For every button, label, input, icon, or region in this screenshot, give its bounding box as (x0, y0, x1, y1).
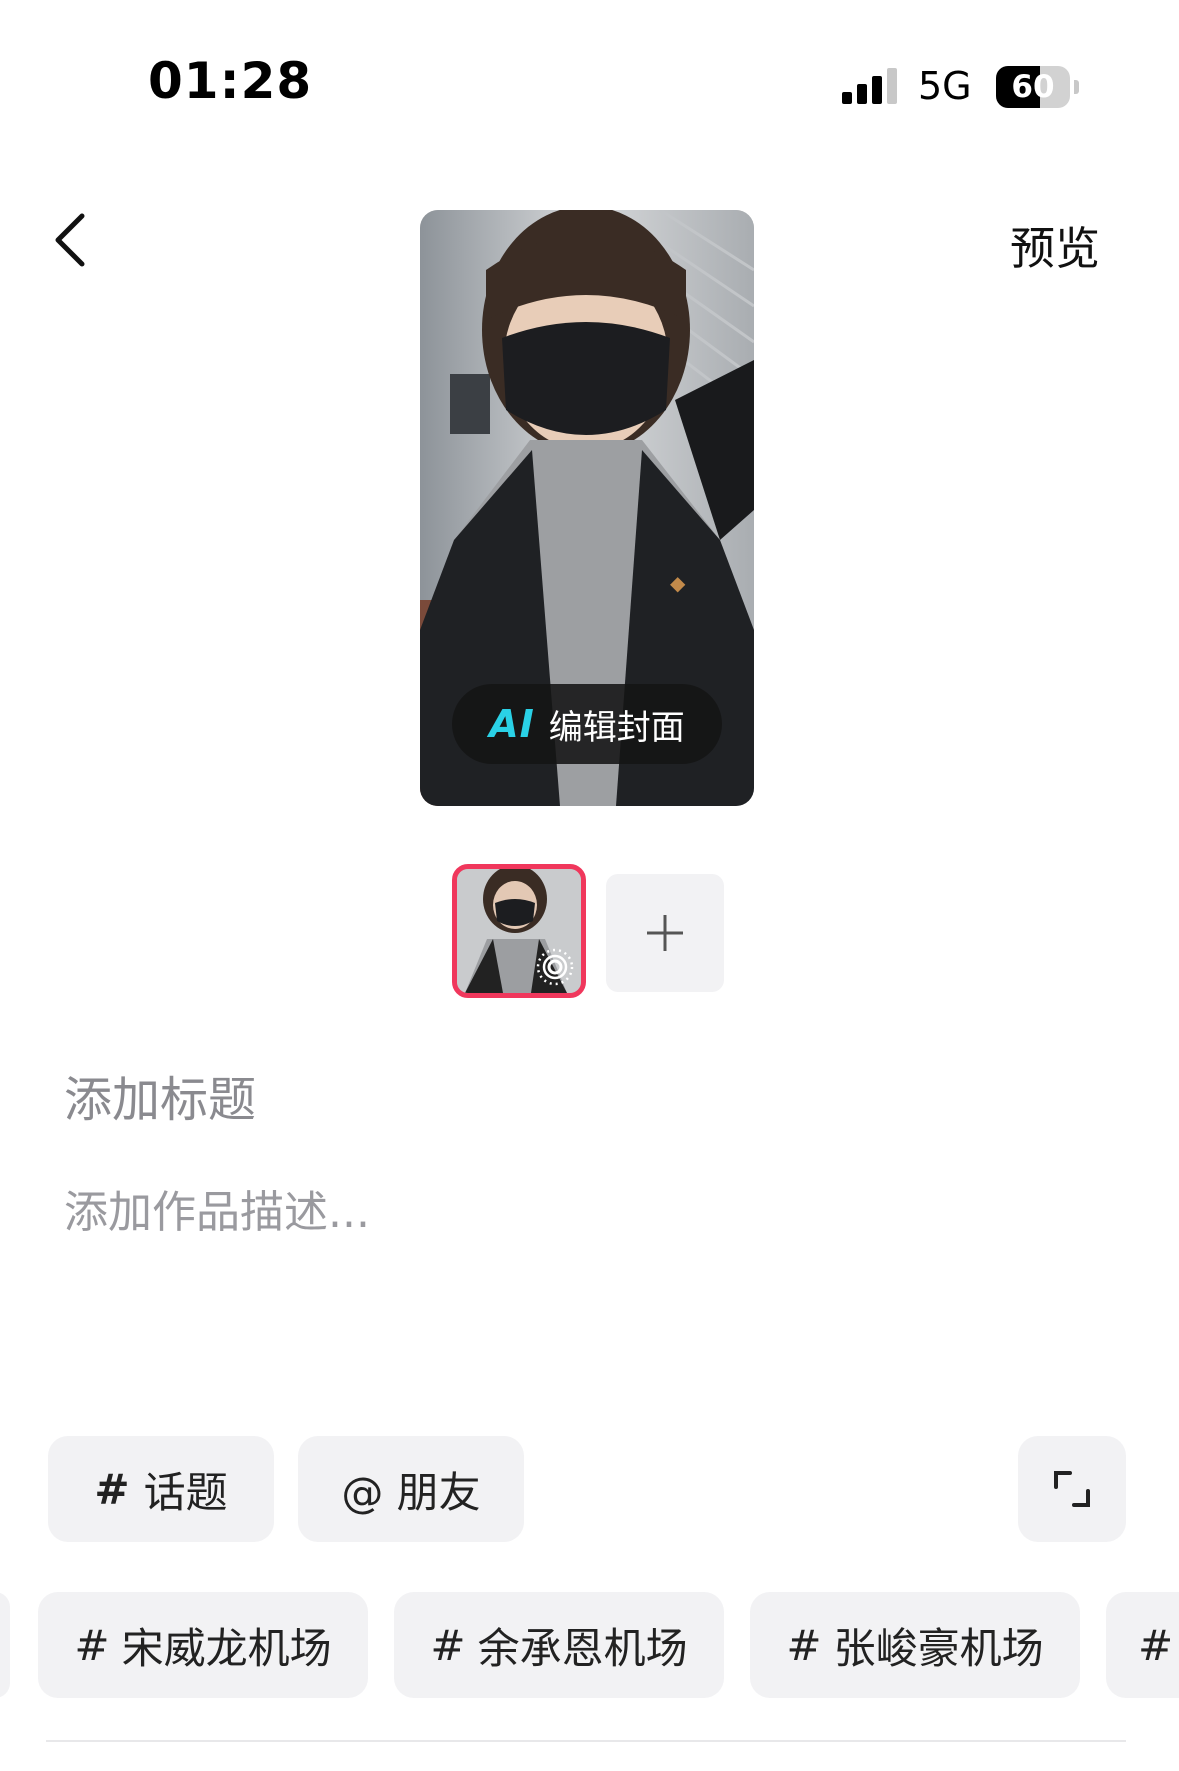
battery-percent: 60 (1011, 69, 1055, 105)
add-image-button[interactable] (606, 874, 724, 992)
topic-chip[interactable]: # 话题 (48, 1436, 274, 1542)
cover-thumbnail-selected[interactable] (452, 864, 586, 998)
network-type: 5G (918, 64, 972, 108)
hash-symbol: # (74, 1620, 110, 1670)
suggested-topic-label: 宋威龙机场 (121, 1623, 332, 1673)
suggested-topic-partial[interactable]: # (1106, 1592, 1179, 1698)
hash-symbol: # (1138, 1620, 1174, 1670)
expand-editor-button[interactable] (1018, 1436, 1126, 1542)
topic-label: 话题 (143, 1467, 228, 1517)
suggested-topic[interactable]: # 余承恩机场 (394, 1592, 724, 1698)
hash-symbol: # (786, 1620, 822, 1670)
suggested-topic[interactable]: # 张峻豪机场 (750, 1592, 1080, 1698)
publish-screen: 01:28 5G 60 预览 ◆ AI 编辑封面 添加标题 添加作品描述... … (0, 0, 1179, 1771)
cover-image[interactable]: ◆ AI 编辑封面 (420, 210, 754, 806)
battery-indicator: 60 (996, 66, 1080, 108)
preview-button[interactable]: 预览 (1010, 212, 1100, 277)
ai-edit-cover-button[interactable]: AI 编辑封面 (452, 684, 722, 764)
plus-icon (647, 915, 683, 951)
friend-label: @ 朋友 (341, 1467, 481, 1517)
suggested-topic-label: 余承恩机场 (477, 1623, 688, 1673)
svg-text:◆: ◆ (670, 571, 686, 595)
suggested-topic[interactable]: # 宋威龙机场 (38, 1592, 368, 1698)
ai-edit-cover-label: 编辑封面 (548, 707, 685, 748)
suggested-topic-label: 张峻豪机场 (833, 1623, 1044, 1673)
chevron-left-icon (55, 213, 85, 267)
back-button[interactable] (40, 200, 100, 280)
mention-friend-chip[interactable]: @ 朋友 (298, 1436, 524, 1542)
hash-symbol: # (94, 1464, 130, 1514)
signal-icon (842, 68, 897, 104)
hash-symbol: # (430, 1620, 466, 1670)
status-time: 01:28 (148, 52, 313, 110)
live-photo-icon (536, 948, 574, 986)
ai-badge: AI (489, 702, 535, 746)
suggested-topic-offscreen-left[interactable] (0, 1592, 10, 1698)
divider (46, 1740, 1126, 1742)
title-input[interactable]: 添加标题 (64, 1060, 1114, 1130)
description-input[interactable]: 添加作品描述... (64, 1176, 1114, 1240)
expand-corners-icon (1054, 1471, 1090, 1507)
